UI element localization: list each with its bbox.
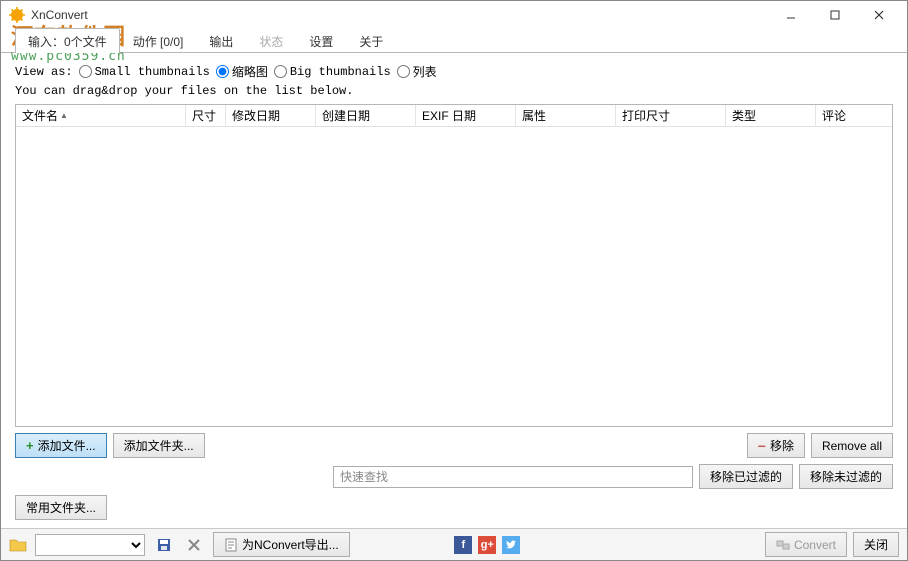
col-attrs[interactable]: 属性 — [516, 105, 616, 126]
col-printsize[interactable]: 打印尺寸 — [616, 105, 726, 126]
content-area: View as: Small thumbnails 缩略图 Big thumbn… — [1, 53, 907, 528]
col-created[interactable]: 创建日期 — [316, 105, 416, 126]
bottom-bar: 为NConvert导出... f g+ Convert 关闭 — [1, 528, 907, 560]
maximize-button[interactable] — [813, 1, 857, 29]
tab-settings[interactable]: 设置 — [296, 28, 346, 53]
tab-output[interactable]: 输出 — [196, 28, 246, 53]
minus-icon: − — [758, 439, 766, 453]
social-icons: f g+ — [454, 536, 520, 554]
facebook-icon[interactable]: f — [454, 536, 472, 554]
delete-icon[interactable] — [183, 534, 205, 556]
plus-icon: + — [26, 439, 34, 452]
remove-all-button[interactable]: Remove all — [811, 433, 893, 458]
view-as-label: View as: — [15, 65, 73, 79]
col-type[interactable]: 类型 — [726, 105, 816, 126]
tab-about[interactable]: 关于 — [346, 28, 396, 53]
add-folder-button[interactable]: 添加文件夹... — [113, 433, 205, 458]
googleplus-icon[interactable]: g+ — [478, 536, 496, 554]
save-icon[interactable] — [153, 534, 175, 556]
window-controls — [769, 1, 901, 29]
close-app-button[interactable]: 关闭 — [853, 532, 899, 557]
titlebar: XnConvert — [1, 1, 907, 29]
tab-status[interactable]: 状态 — [246, 28, 296, 53]
view-as-row: View as: Small thumbnails 缩略图 Big thumbn… — [15, 63, 893, 80]
file-list[interactable]: 文件名▲ 尺寸 修改日期 创建日期 EXIF 日期 属性 打印尺寸 类型 评论 — [15, 104, 893, 427]
radio-small-thumbnails[interactable]: Small thumbnails — [79, 65, 210, 79]
radio-big-thumbnails[interactable]: Big thumbnails — [274, 65, 391, 79]
radio-list[interactable]: 列表 — [397, 63, 437, 80]
app-title: XnConvert — [31, 8, 88, 22]
file-list-header: 文件名▲ 尺寸 修改日期 创建日期 EXIF 日期 属性 打印尺寸 类型 评论 — [16, 105, 892, 127]
col-comment[interactable]: 评论 — [816, 105, 892, 126]
col-size[interactable]: 尺寸 — [186, 105, 226, 126]
export-nconvert-button[interactable]: 为NConvert导出... — [213, 532, 350, 557]
folder-icon[interactable] — [9, 537, 27, 553]
remove-button[interactable]: − 移除 — [747, 433, 805, 458]
remove-filtered-button[interactable]: 移除已过滤的 — [699, 464, 793, 489]
convert-icon — [776, 538, 790, 552]
col-exif[interactable]: EXIF 日期 — [416, 105, 516, 126]
col-filename[interactable]: 文件名▲ — [16, 105, 186, 126]
tab-actions[interactable]: 动作 [0/0] — [120, 28, 197, 53]
col-modified[interactable]: 修改日期 — [226, 105, 316, 126]
close-button[interactable] — [857, 1, 901, 29]
quick-search-input[interactable] — [333, 466, 693, 488]
common-folders-button[interactable]: 常用文件夹... — [15, 495, 107, 520]
file-list-body[interactable] — [16, 127, 892, 426]
drag-drop-hint: You can drag&drop your files on the list… — [15, 84, 893, 98]
convert-button[interactable]: Convert — [765, 532, 847, 557]
app-icon — [9, 7, 25, 23]
add-files-button[interactable]: + 添加文件... — [15, 433, 107, 458]
preset-select[interactable] — [35, 534, 145, 556]
twitter-icon[interactable] — [502, 536, 520, 554]
tab-bar: 输入：0个文件 动作 [0/0] 输出 状态 设置 关于 — [1, 29, 907, 53]
sort-asc-icon: ▲ — [60, 111, 68, 120]
minimize-button[interactable] — [769, 1, 813, 29]
remove-unfiltered-button[interactable]: 移除未过滤的 — [799, 464, 893, 489]
radio-thumbnail[interactable]: 缩略图 — [216, 63, 268, 80]
tab-input[interactable]: 输入：0个文件 — [15, 28, 120, 53]
script-icon — [224, 538, 238, 552]
